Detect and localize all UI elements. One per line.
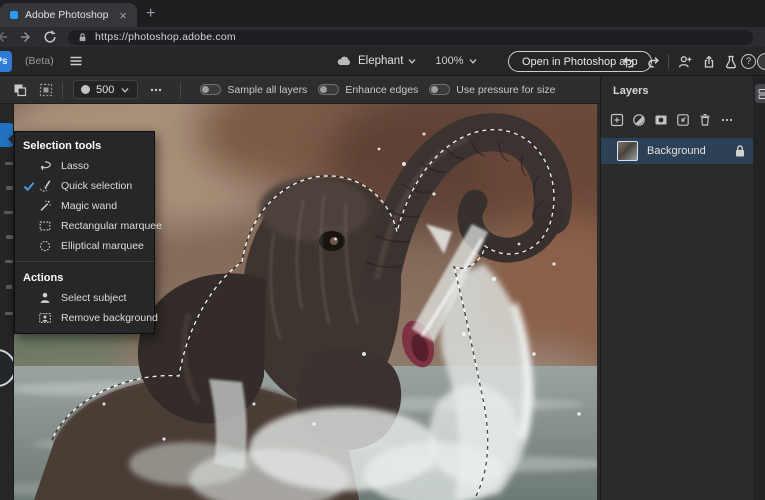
options-divider xyxy=(180,81,182,98)
select-subject-icon xyxy=(40,292,50,303)
new-tab-button[interactable]: + xyxy=(146,4,155,24)
layers-panel-toggle-button[interactable] xyxy=(755,84,765,103)
layer-row-background[interactable]: Background xyxy=(601,138,754,164)
chevron-down-icon xyxy=(121,87,129,93)
layers-panel: Layers Background xyxy=(600,76,754,500)
chevron-down-icon xyxy=(408,59,416,64)
layer-name: Background xyxy=(647,145,706,157)
layer-lock-icon[interactable] xyxy=(734,144,746,158)
menu-item-rectangular-marquee[interactable]: Rectangular marquee xyxy=(15,216,162,236)
toggle-use-pressure[interactable]: Use pressure for size xyxy=(429,84,556,96)
rectangular-marquee-icon xyxy=(39,221,51,231)
tab-title: Adobe Photoshop xyxy=(25,9,109,21)
menu-section-title: Actions xyxy=(23,272,64,284)
browser-toolbar: https://photoshop.adobe.com xyxy=(0,27,765,47)
layer-mask-icon[interactable] xyxy=(653,112,669,128)
menu-item-lasso[interactable]: Lasso xyxy=(15,156,154,176)
menu-divider xyxy=(15,261,154,262)
beta-label: (Beta) xyxy=(25,55,54,67)
brush-size-value: 500 xyxy=(96,83,115,96)
invite-people-icon[interactable] xyxy=(677,54,693,70)
tool-icon-fragment[interactable] xyxy=(6,235,13,239)
menu-item-magic-wand[interactable]: Magic wand xyxy=(15,196,154,216)
panels-rail xyxy=(753,76,765,500)
document-switcher[interactable]: Elephant 100% xyxy=(336,53,478,69)
subtract-selection-mode-icon[interactable] xyxy=(38,82,54,98)
check-icon xyxy=(23,181,35,191)
elliptical-marquee-icon xyxy=(39,240,51,252)
header-divider xyxy=(668,54,669,69)
tool-icon-fragment[interactable] xyxy=(5,260,13,263)
document-name: Elephant xyxy=(358,55,404,67)
add-layer-icon[interactable] xyxy=(609,112,625,128)
toggle-sample-all-layers[interactable]: Sample all layers xyxy=(200,84,307,96)
selection-tools-menu: Selection tools Lasso Quick selection Ma… xyxy=(14,131,162,334)
redo-icon[interactable] xyxy=(646,54,662,70)
account-avatar[interactable] xyxy=(757,53,765,70)
zoom-level[interactable]: 100% xyxy=(435,55,463,67)
menu-item-elliptical-marquee[interactable]: Elliptical marquee xyxy=(15,236,154,256)
browser-tabstrip: Adobe Photoshop × + xyxy=(0,0,765,27)
adjustments-icon[interactable] xyxy=(631,112,647,128)
more-options-icon[interactable] xyxy=(148,82,164,98)
toggle-switch[interactable] xyxy=(429,84,451,95)
tool-options-bar: 500 Sample all layers Enhance edges Use … xyxy=(0,76,600,104)
options-divider xyxy=(62,81,63,98)
new-selection-mode-icon[interactable] xyxy=(12,82,28,98)
panel-layers-icon xyxy=(758,88,765,99)
layers-panel-title: Layers xyxy=(613,85,649,97)
move-layer-icon[interactable] xyxy=(675,112,691,128)
back-icon[interactable] xyxy=(0,29,10,45)
flask-feedback-icon[interactable] xyxy=(723,54,739,70)
toggle-enhance-edges[interactable]: Enhance edges xyxy=(318,84,418,96)
flyout-notch xyxy=(8,133,14,145)
app-window: Adobe Photoshop × + https://photoshop.ad… xyxy=(0,0,765,500)
lasso-icon xyxy=(40,161,51,171)
remove-background-icon xyxy=(39,313,51,323)
chevron-down-icon xyxy=(469,59,477,64)
magic-wand-icon xyxy=(40,200,51,211)
menu-hamburger-icon[interactable] xyxy=(68,53,84,69)
url-text: https://photoshop.adobe.com xyxy=(95,31,236,43)
menu-item-quick-selection[interactable]: Quick selection xyxy=(15,176,154,196)
tool-icon-fragment[interactable] xyxy=(6,285,12,289)
toggle-switch[interactable] xyxy=(318,84,340,95)
photoshop-logo: Ps xyxy=(0,50,12,72)
refresh-icon[interactable] xyxy=(42,29,58,45)
tool-icon-fragment[interactable] xyxy=(4,211,13,214)
share-icon[interactable] xyxy=(701,54,717,70)
photoshop-header: Ps (Beta) Elephant 100% Open in Photosho… xyxy=(0,47,765,76)
help-icon[interactable]: ? xyxy=(741,54,756,69)
toggle-switch[interactable] xyxy=(200,84,222,95)
tools-sidebar xyxy=(0,104,14,500)
layers-toolbar xyxy=(601,110,754,130)
tool-icon-fragment[interactable] xyxy=(5,162,13,165)
browser-tab[interactable]: Adobe Photoshop × xyxy=(0,3,137,27)
quick-selection-icon xyxy=(40,180,51,192)
menu-item-select-subject[interactable]: Select subject xyxy=(15,288,154,308)
tab-close-icon[interactable]: × xyxy=(117,9,129,22)
menu-item-remove-background[interactable]: Remove background xyxy=(15,308,158,328)
color-swatch-tool[interactable] xyxy=(0,349,13,387)
brush-preview-icon xyxy=(81,85,90,94)
photoshop-favicon xyxy=(10,11,18,19)
tool-icon-fragment[interactable] xyxy=(6,186,13,190)
brush-size-control[interactable]: 500 xyxy=(73,80,139,99)
tool-icon-fragment[interactable] xyxy=(5,312,13,315)
delete-layer-icon[interactable] xyxy=(697,112,713,128)
layer-thumbnail[interactable] xyxy=(617,141,638,161)
undo-icon[interactable] xyxy=(620,54,636,70)
forward-icon[interactable] xyxy=(18,29,34,45)
menu-section-title: Selection tools xyxy=(23,140,102,152)
lock-icon xyxy=(79,32,86,41)
url-bar[interactable]: https://photoshop.adobe.com xyxy=(68,29,753,45)
layers-more-options-icon[interactable] xyxy=(719,112,735,128)
cloud-icon xyxy=(337,56,350,65)
